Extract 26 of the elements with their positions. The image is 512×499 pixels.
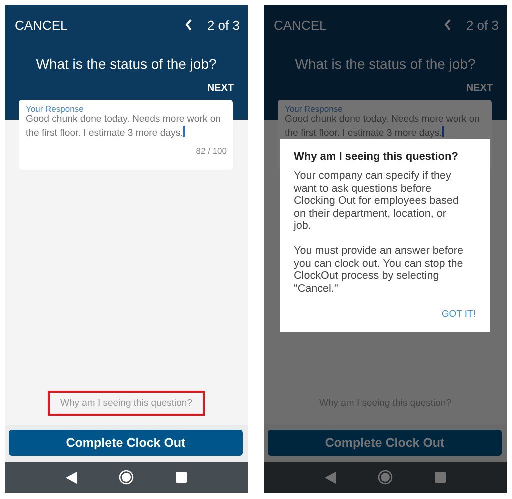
next-button[interactable]: NEXT — [466, 82, 493, 96]
response-text: Good chunk done today. Needs more work on the first floor. I estimate 3 more days. — [26, 114, 222, 140]
character-count: 82 / 100 — [195, 146, 227, 156]
complete-clock-out-button[interactable]: Complete Clock Out — [268, 430, 502, 456]
dialog-text: Your company can specify if they want to ask questions before Clocking Out for employees based on their department, location, or job. — [294, 170, 460, 233]
response-text: Good chunk done today. Needs more work on the first floor. I estimate 3 more days. — [285, 114, 482, 140]
why-link[interactable]: Why am I seeing this question? — [48, 391, 204, 416]
field-label: Your Response — [285, 105, 344, 114]
home-icon[interactable] — [378, 470, 393, 485]
cancel-link[interactable]: CANCEL — [274, 18, 444, 32]
field-label: Your Response — [26, 105, 85, 114]
cancel-link[interactable]: CANCEL — [15, 18, 186, 32]
question-counter: 2 of 3 — [207, 18, 240, 32]
response-field[interactable]: Your Response Good chunk done today. Needs more work on the first floor. I estimate 3 more days. 82 / 100 — [19, 100, 233, 170]
home-icon[interactable] — [119, 470, 134, 485]
got-it-button[interactable]: GOT IT! — [440, 307, 478, 322]
question-text: What is the status of the job? — [35, 55, 218, 74]
question-counter: 2 of 3 — [466, 18, 499, 32]
next-button[interactable]: NEXT — [207, 82, 234, 96]
back-icon[interactable] — [325, 472, 336, 484]
back-icon[interactable] — [66, 472, 77, 484]
complete-clock-out-button[interactable]: Complete Clock Out — [9, 430, 243, 456]
dialog-title: Why am I seeing this question? — [294, 151, 460, 163]
chevron-left-icon[interactable] — [185, 19, 194, 31]
dialog-text: You must provide an answer before you can clock out. You can stop the ClockOut process by selecting "Cancel." — [294, 244, 464, 296]
question-text: What is the status of the job? — [294, 55, 477, 74]
